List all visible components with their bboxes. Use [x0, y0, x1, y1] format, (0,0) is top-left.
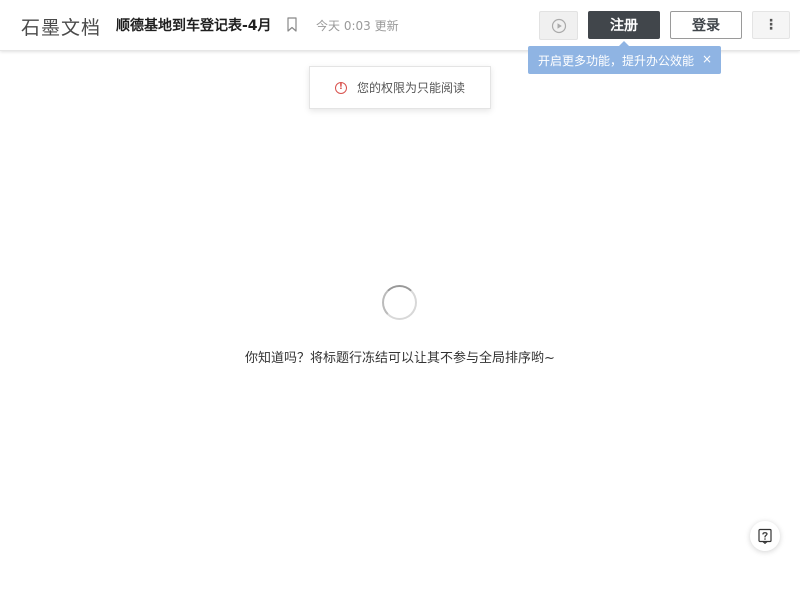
- register-button[interactable]: 注册: [588, 11, 660, 39]
- top-bar: 石墨文档 顺德基地到车登记表-4月 今天 0:03 更新 注册 登录 ⋮: [0, 0, 800, 51]
- help-button[interactable]: [750, 521, 780, 551]
- help-icon: [758, 528, 772, 544]
- more-menu-button[interactable]: ⋮: [752, 11, 790, 39]
- feature-tooltip: 开启更多功能，提升办公效能 ×: [528, 41, 721, 74]
- document-title[interactable]: 顺德基地到车登记表-4月: [116, 15, 272, 35]
- loading-tip: 你知道吗？将标题行冻结可以让其不参与全局排序哟~: [245, 351, 555, 366]
- last-updated: 今天 0:03 更新: [316, 19, 399, 33]
- tooltip-text: 开启更多功能，提升办公效能: [538, 53, 695, 68]
- logo[interactable]: 石墨文档: [21, 13, 101, 40]
- loading-spinner: [382, 285, 417, 320]
- more-vertical-icon: ⋮: [764, 17, 778, 33]
- present-button[interactable]: [539, 11, 578, 40]
- bookmark-icon[interactable]: [285, 16, 299, 34]
- permission-notice: ! 您的权限为只能阅读: [309, 66, 491, 109]
- login-button[interactable]: 登录: [670, 11, 742, 39]
- close-icon[interactable]: ×: [702, 52, 712, 66]
- alert-circle-icon: !: [334, 81, 347, 94]
- play-circle-icon: [551, 18, 566, 33]
- permission-text: 您的权限为只能阅读: [356, 81, 465, 95]
